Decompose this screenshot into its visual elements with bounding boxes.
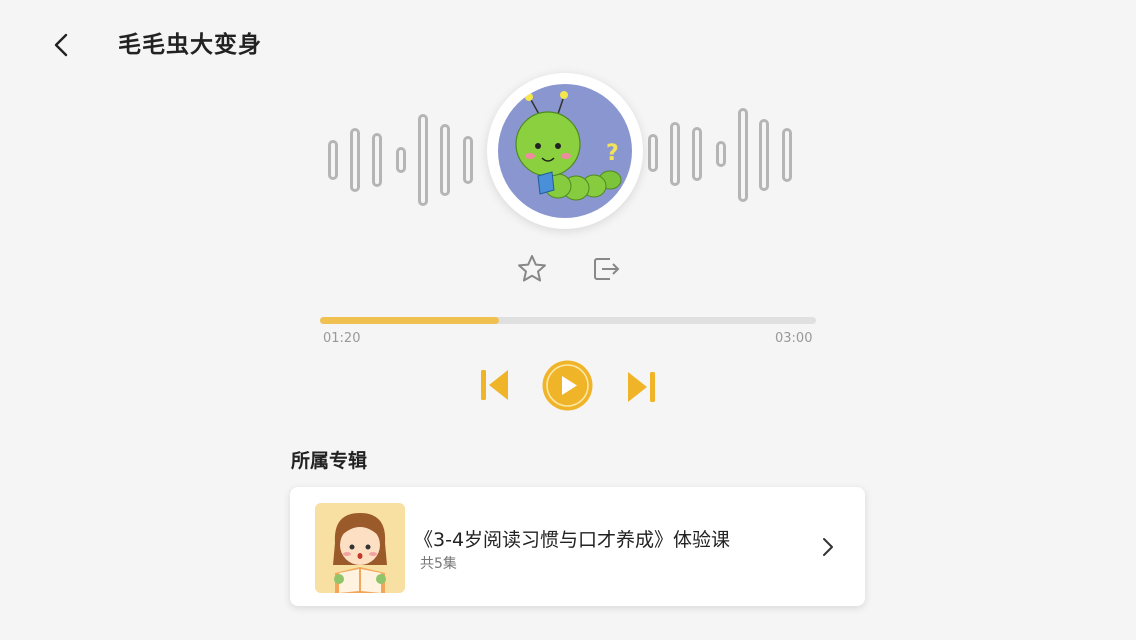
album-episode-count: 共5集 (420, 556, 457, 572)
skip-previous-icon (481, 370, 508, 400)
back-button[interactable] (44, 28, 78, 62)
previous-button[interactable] (478, 367, 512, 403)
page-title: 毛毛虫大变身 (118, 32, 262, 58)
star-icon (518, 255, 546, 282)
favorite-button[interactable] (514, 251, 550, 287)
girl-reading-illustration (315, 503, 405, 593)
album-card[interactable]: 《3-4岁阅读习惯与口才养成》体验课 共5集 (290, 487, 865, 606)
album-section-title: 所属专辑 (291, 450, 368, 472)
back-arrow-icon (54, 33, 68, 57)
play-button[interactable] (541, 359, 594, 412)
play-icon (542, 360, 593, 411)
audio-wave-right (645, 100, 805, 215)
current-time: 01:20 (323, 331, 361, 346)
skip-next-icon (628, 372, 655, 402)
audio-wave-left (326, 100, 486, 215)
album-name: 《3-4岁阅读习惯与口才养成》体验课 (414, 529, 731, 551)
caterpillar-illustration: ? (498, 84, 632, 218)
total-time: 03:00 (775, 331, 813, 346)
progress-fill (320, 317, 499, 324)
progress-bar[interactable] (320, 317, 816, 324)
next-button[interactable] (624, 369, 658, 405)
share-button[interactable] (588, 251, 624, 287)
share-exit-icon (594, 258, 620, 280)
cover-art: ? (487, 73, 643, 229)
svg-text:?: ? (606, 141, 619, 166)
chevron-right-icon (816, 535, 840, 559)
